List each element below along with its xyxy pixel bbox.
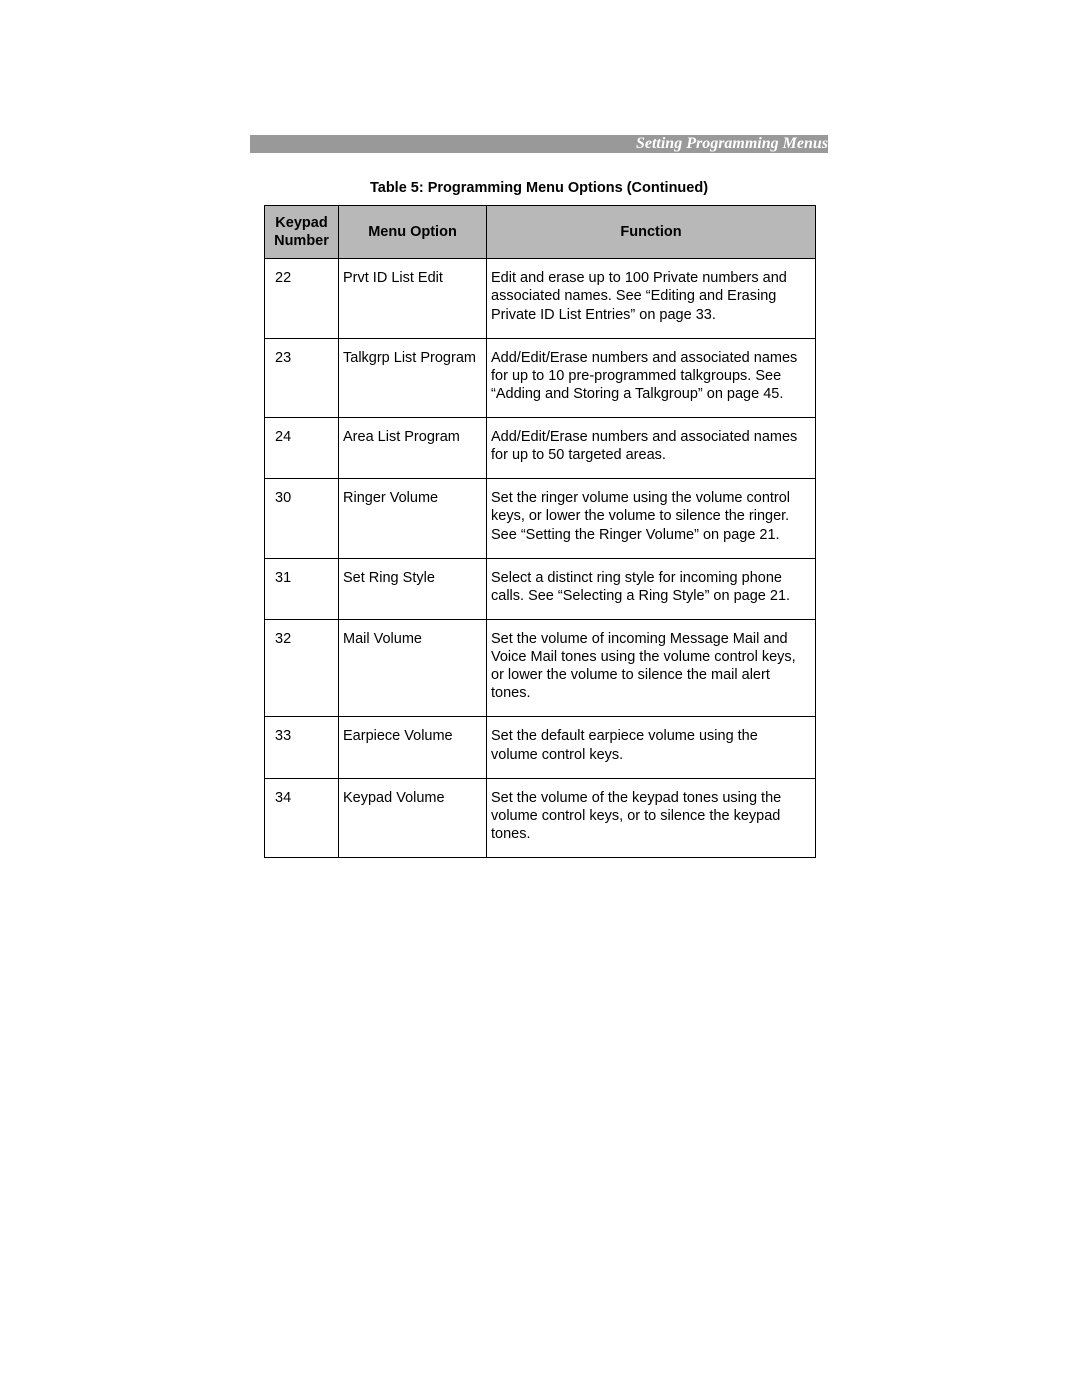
cell-menu: Prvt ID List Edit (339, 259, 487, 338)
cell-keypad: 23 (265, 338, 339, 417)
col-header-keypad: Keypad Number (265, 206, 339, 259)
col-header-menu: Menu Option (339, 206, 487, 259)
cell-menu: Earpiece Volume (339, 717, 487, 778)
table-row: 32 Mail Volume Set the volume of incomin… (265, 619, 816, 717)
cell-keypad: 31 (265, 558, 339, 619)
cell-function: Set the ringer volume using the volume c… (487, 479, 816, 558)
table-row: 31 Set Ring Style Select a distinct ring… (265, 558, 816, 619)
cell-keypad: 32 (265, 619, 339, 717)
cell-menu: Keypad Volume (339, 778, 487, 857)
cell-keypad: 22 (265, 259, 339, 338)
options-table: Keypad Number Menu Option Function 22 Pr… (264, 205, 816, 858)
cell-keypad: 33 (265, 717, 339, 778)
cell-function: Select a distinct ring style for incomin… (487, 558, 816, 619)
cell-keypad: 24 (265, 418, 339, 479)
cell-function: Edit and erase up to 100 Private numbers… (487, 259, 816, 338)
page: Setting Programming Menus Table 5: Progr… (0, 0, 1080, 1397)
cell-keypad: 34 (265, 778, 339, 857)
cell-function: Add/Edit/Erase numbers and associated na… (487, 418, 816, 479)
table-row: 24 Area List Program Add/Edit/Erase numb… (265, 418, 816, 479)
cell-function: Set the default earpiece volume using th… (487, 717, 816, 778)
cell-function: Set the volume of incoming Message Mail … (487, 619, 816, 717)
cell-menu: Set Ring Style (339, 558, 487, 619)
cell-menu: Mail Volume (339, 619, 487, 717)
section-header: Setting Programming Menus (636, 135, 828, 153)
cell-menu: Area List Program (339, 418, 487, 479)
table-caption: Table 5: Programming Menu Options (Conti… (250, 180, 828, 196)
table-row: 34 Keypad Volume Set the volume of the k… (265, 778, 816, 857)
col-header-function: Function (487, 206, 816, 259)
table-row: 30 Ringer Volume Set the ringer volume u… (265, 479, 816, 558)
table-row: 23 Talkgrp List Program Add/Edit/Erase n… (265, 338, 816, 417)
cell-menu: Talkgrp List Program (339, 338, 487, 417)
cell-keypad: 30 (265, 479, 339, 558)
table-row: 22 Prvt ID List Edit Edit and erase up t… (265, 259, 816, 338)
table-row: 33 Earpiece Volume Set the default earpi… (265, 717, 816, 778)
cell-menu: Ringer Volume (339, 479, 487, 558)
cell-function: Set the volume of the keypad tones using… (487, 778, 816, 857)
table-header-row: Keypad Number Menu Option Function (265, 206, 816, 259)
cell-function: Add/Edit/Erase numbers and associated na… (487, 338, 816, 417)
